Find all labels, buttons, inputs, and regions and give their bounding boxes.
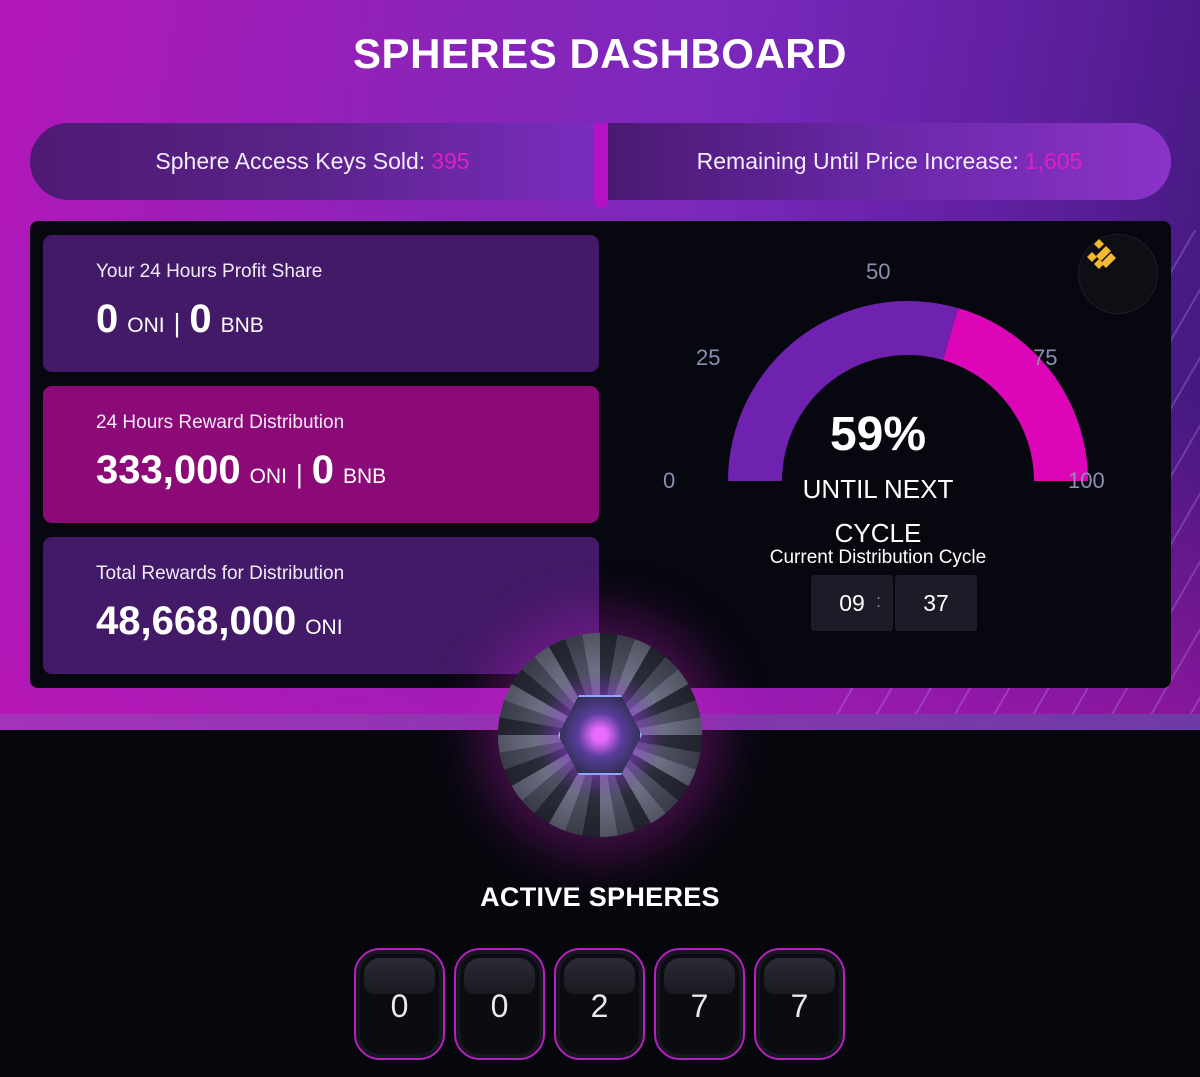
keys-sold-label: Sphere Access Keys Sold: xyxy=(155,148,426,174)
profit-share-bnb-value: 0 xyxy=(189,297,212,341)
dashboard-panel: Your 24 Hours Profit Share 0 ONI | 0 BNB… xyxy=(30,221,1171,688)
digit-value: 0 xyxy=(390,987,409,1024)
reward-distribution-bnb-unit: BNB xyxy=(342,465,387,488)
active-spheres-digit: 0 xyxy=(454,948,545,1060)
bnb-icon xyxy=(1087,239,1116,269)
profit-share-oni-value: 0 xyxy=(96,297,119,341)
profit-share-oni-unit: ONI xyxy=(127,314,165,337)
digit-value: 7 xyxy=(790,987,809,1024)
gauge-tick-50: 50 xyxy=(866,259,891,284)
active-spheres-digit: 7 xyxy=(754,948,845,1060)
digit-value: 7 xyxy=(690,987,709,1024)
remaining-stat: Remaining Until Price Increase: 1,605 xyxy=(608,123,1171,200)
reward-distribution-label: 24 Hours Reward Distribution xyxy=(96,412,345,433)
sphere-illustration xyxy=(498,633,702,837)
active-spheres-digit: 7 xyxy=(654,948,745,1060)
gauge-tick-75: 75 xyxy=(1033,345,1058,370)
profit-share-separator: | xyxy=(173,308,181,338)
profit-share-label: Your 24 Hours Profit Share xyxy=(96,261,323,282)
active-spheres-digit: 0 xyxy=(354,948,445,1060)
gauge-percent: 59% xyxy=(829,408,927,461)
keys-sold-value: 395 xyxy=(431,148,470,174)
page-title: SPHERES DASHBOARD xyxy=(353,30,847,77)
bnb-button[interactable] xyxy=(1078,234,1158,314)
cycle-gauge: 0 25 50 75 100 59% UNTIL NEXT CYCLE Curr… xyxy=(638,221,1171,688)
gauge-caption: UNTIL NEXT CYCLE xyxy=(638,467,1118,555)
sphere-core xyxy=(558,695,642,775)
total-rewards-values: 48,668,000 ONI xyxy=(96,599,599,644)
total-rewards-oni-value: 48,668,000 xyxy=(96,599,297,643)
total-rewards-label: Total Rewards for Distribution xyxy=(96,563,345,584)
profit-share-card: Your 24 Hours Profit Share 0 ONI | 0 BNB xyxy=(43,235,599,372)
reward-distribution-card: 24 Hours Reward Distribution 333,000 ONI… xyxy=(43,386,599,523)
reward-distribution-values: 333,000 ONI | 0 BNB xyxy=(96,448,599,493)
cycle-label: Current Distribution Cycle xyxy=(769,547,987,568)
gauge-tick-25: 25 xyxy=(696,345,721,370)
profit-share-values: 0 ONI | 0 BNB xyxy=(96,297,599,342)
cycle-separator: : xyxy=(876,591,882,611)
reward-distribution-separator: | xyxy=(295,459,303,489)
reward-distribution-oni-unit: ONI xyxy=(249,465,287,488)
active-spheres-digit: 2 xyxy=(554,948,645,1060)
total-rewards-card: Total Rewards for Distribution 48,668,00… xyxy=(43,537,599,674)
remaining-value: 1,605 xyxy=(1024,148,1083,174)
stat-divider xyxy=(594,123,608,208)
cycle-minutes: 37 xyxy=(895,575,977,631)
remaining-label: Remaining Until Price Increase: xyxy=(696,148,1019,174)
gauge-caption-line1: UNTIL NEXT xyxy=(802,474,954,504)
reward-distribution-bnb-value: 0 xyxy=(311,448,334,492)
digit-value: 2 xyxy=(590,987,609,1024)
profit-share-bnb-unit: BNB xyxy=(220,314,264,337)
reward-distribution-oni-value: 333,000 xyxy=(96,448,241,492)
keys-sold-stat: Sphere Access Keys Sold: 395 xyxy=(30,123,595,200)
digit-value: 0 xyxy=(490,987,509,1024)
active-spheres-title: ACTIVE SPHERES xyxy=(480,882,720,912)
total-rewards-oni-unit: ONI xyxy=(305,616,343,639)
